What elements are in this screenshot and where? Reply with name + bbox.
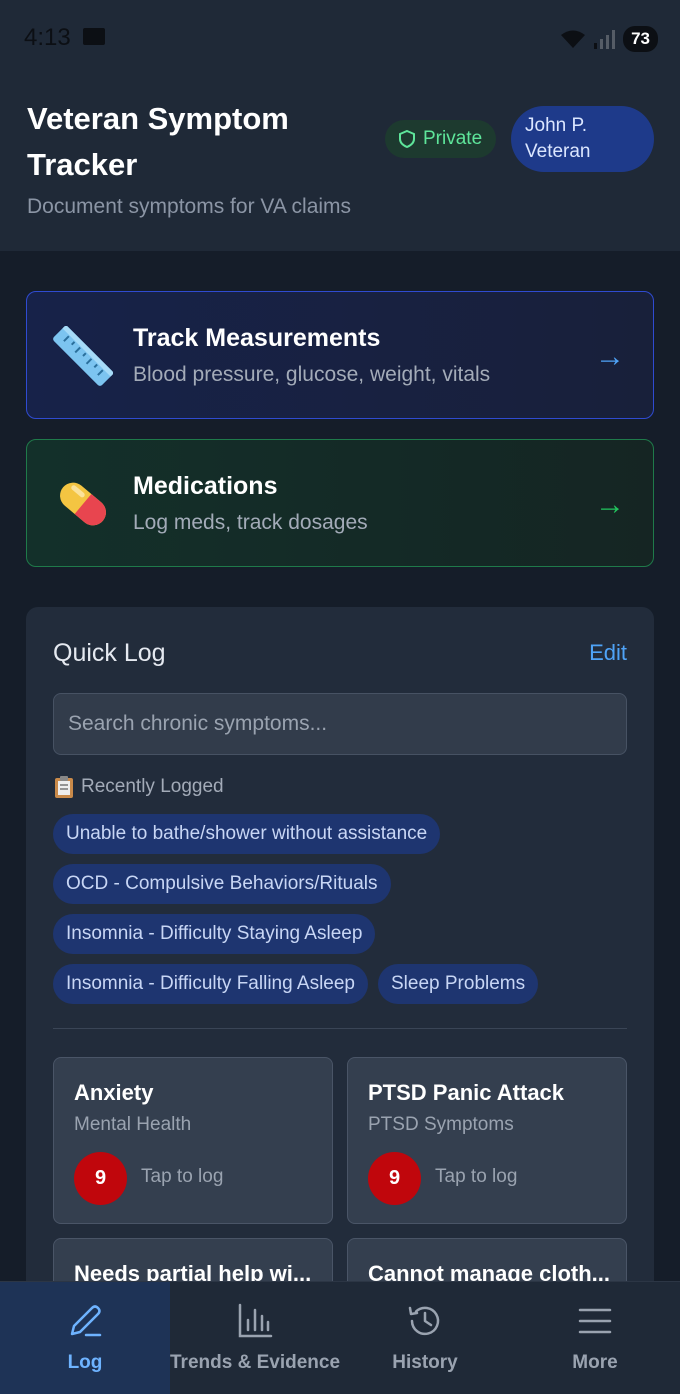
privacy-badge[interactable]: Private bbox=[385, 120, 497, 158]
symptom-search-input[interactable] bbox=[53, 693, 627, 755]
log-count-badge: 9 bbox=[74, 1152, 127, 1205]
tap-to-log-label: Tap to log bbox=[435, 1166, 518, 1187]
recently-logged-heading: Recently Logged bbox=[53, 775, 224, 799]
recent-chip[interactable]: Insomnia - Difficulty Staying Asleep bbox=[53, 914, 376, 954]
user-profile-button[interactable]: John P. Veteran bbox=[511, 106, 654, 172]
recent-chip[interactable]: Sleep Problems bbox=[378, 964, 539, 1004]
page-subtitle: Document symptoms for VA claims bbox=[27, 195, 352, 218]
clipboard-icon bbox=[55, 776, 73, 798]
track-measurements-card[interactable]: Track Measurements Blood pressure, gluco… bbox=[26, 291, 654, 419]
symptom-category: Mental Health bbox=[74, 1114, 192, 1135]
nav-item-log[interactable]: Log bbox=[0, 1282, 170, 1394]
nav-label: Log bbox=[67, 1352, 103, 1373]
nav-item-trends-evidence[interactable]: Trends & Evidence bbox=[170, 1282, 340, 1394]
nav-label: Trends & Evidence bbox=[170, 1352, 341, 1373]
track-measurements-title: Track Measurements bbox=[133, 324, 381, 352]
symptom-name: PTSD Panic Attack bbox=[368, 1080, 565, 1105]
nav-item-history[interactable]: History bbox=[340, 1282, 510, 1394]
log-count-badge: 9 bbox=[368, 1152, 421, 1205]
symptom-name: Anxiety bbox=[74, 1080, 154, 1105]
recent-chip[interactable]: Unable to bathe/shower without assistanc… bbox=[53, 814, 441, 854]
status-bar: 4:13 73 bbox=[0, 0, 680, 78]
recent-chip[interactable]: Insomnia - Difficulty Falling Asleep bbox=[53, 964, 368, 1004]
wifi-icon bbox=[561, 30, 586, 48]
menu-icon bbox=[578, 1308, 612, 1334]
recent-chips: Unable to bathe/shower without assistanc… bbox=[53, 814, 633, 1004]
recently-logged-label: Recently Logged bbox=[81, 776, 224, 797]
ruler-icon bbox=[53, 326, 113, 386]
nav-item-more[interactable]: More bbox=[510, 1282, 680, 1394]
symptom-card-ptsd-panic-attack[interactable]: PTSD Panic Attack PTSD Symptoms 9 Tap to… bbox=[347, 1057, 627, 1224]
bottom-navigation: Log Trends & Evidence History More bbox=[0, 1281, 680, 1394]
history-icon bbox=[408, 1306, 440, 1336]
page-title: Veteran Symptom Tracker bbox=[27, 101, 289, 182]
privacy-badge-label: Private bbox=[423, 128, 483, 149]
recent-chip[interactable]: OCD - Compulsive Behaviors/Rituals bbox=[53, 864, 391, 904]
status-right: 73 bbox=[559, 26, 658, 52]
symptom-card-anxiety[interactable]: Anxiety Mental Health 9 Tap to log bbox=[53, 1057, 333, 1224]
quick-log-title: Quick Log bbox=[53, 639, 166, 667]
shield-icon bbox=[399, 130, 415, 148]
bar-chart-icon bbox=[238, 1303, 273, 1338]
status-time: 4:13 bbox=[24, 24, 71, 51]
arrow-right-icon: → bbox=[595, 340, 625, 373]
mail-icon bbox=[83, 28, 105, 45]
symptom-category: PTSD Symptoms bbox=[368, 1114, 514, 1135]
track-measurements-subtitle: Blood pressure, glucose, weight, vitals bbox=[133, 363, 491, 386]
divider bbox=[53, 1028, 627, 1029]
tap-to-log-label: Tap to log bbox=[141, 1166, 224, 1187]
medications-title: Medications bbox=[133, 472, 278, 500]
quick-log-edit-button[interactable]: Edit bbox=[589, 640, 627, 666]
quick-log-panel: Quick Log Edit Recently Logged Unable to… bbox=[26, 607, 654, 1394]
battery-indicator: 73 bbox=[623, 26, 658, 52]
medications-card[interactable]: Medications Log meds, track dosages → bbox=[26, 439, 654, 567]
pencil-icon bbox=[70, 1305, 102, 1337]
app-header: Veteran Symptom Tracker Document symptom… bbox=[0, 78, 680, 251]
nav-label: History bbox=[392, 1352, 458, 1373]
medications-subtitle: Log meds, track dosages bbox=[133, 511, 368, 534]
pill-icon bbox=[60, 482, 106, 526]
signal-icon bbox=[594, 30, 616, 49]
arrow-right-icon: → bbox=[595, 488, 625, 521]
nav-label: More bbox=[572, 1352, 618, 1373]
